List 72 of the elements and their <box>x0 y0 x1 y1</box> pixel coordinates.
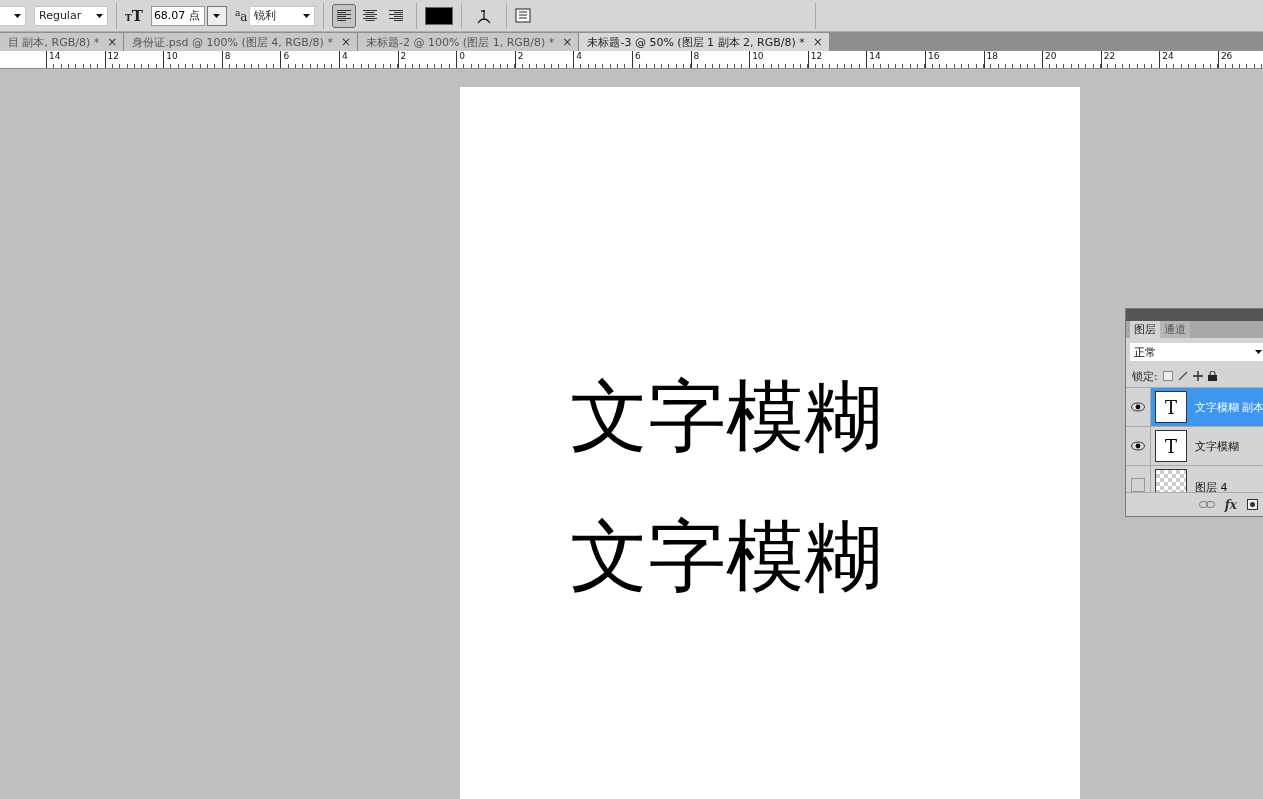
ruler-label: 16 <box>927 51 940 61</box>
ruler-label: 22 <box>1103 51 1116 61</box>
text-color-swatch[interactable] <box>425 6 454 25</box>
layer-mask-icon[interactable] <box>1247 499 1258 510</box>
eye-icon <box>1131 441 1145 451</box>
align-lines-icon <box>337 9 352 22</box>
layer-name: 图层 4 <box>1195 480 1228 492</box>
ruler-label: 4 <box>341 51 348 61</box>
layer-row[interactable]: 图层 4 <box>1126 466 1263 493</box>
font-size-field[interactable]: 68.07 点 <box>150 5 205 26</box>
fx-icon[interactable]: fx <box>1224 497 1237 512</box>
layer-thumbnail: T <box>1155 391 1187 423</box>
eye-icon <box>1131 402 1145 412</box>
blend-mode-dropdown[interactable]: 正常 <box>1130 343 1263 361</box>
close-icon[interactable]: × <box>812 35 823 49</box>
visibility-toggle[interactable] <box>1126 388 1151 426</box>
canvas-text: 文字模糊 <box>570 515 882 597</box>
layer-thumbnail: T <box>1155 430 1187 462</box>
empty-checkbox-icon <box>1131 478 1145 492</box>
text-align-button[interactable] <box>332 3 357 28</box>
lock-icon[interactable] <box>1207 371 1217 381</box>
document-tab[interactable]: 未标题-2 @ 100% (图层 1, RGB/8) * × <box>357 33 580 51</box>
lock-transparency-icon[interactable] <box>1162 371 1173 381</box>
font-size-icon: TT <box>125 6 143 25</box>
ruler-label: 20 <box>1045 51 1057 61</box>
warp-text-icon[interactable] <box>476 7 493 24</box>
ruler-label: 4 <box>576 51 583 61</box>
panel-tab[interactable]: 通道 <box>1160 321 1190 338</box>
ruler-label: 26 <box>1220 51 1233 61</box>
caret-icon <box>213 13 221 18</box>
caret-icon <box>96 13 103 18</box>
ruler-label: 0 <box>459 51 465 61</box>
ruler-label: 18 <box>986 51 998 61</box>
ruler-label: 12 <box>107 51 120 61</box>
ruler-label: 10 <box>166 51 178 61</box>
close-icon[interactable]: × <box>562 35 573 49</box>
link-icon[interactable] <box>1198 501 1215 508</box>
lock-label: 锁定: <box>1132 368 1158 384</box>
ruler-label: 12 <box>810 51 823 61</box>
font-size-dropdown-button[interactable] <box>206 5 227 26</box>
layer-thumbnail <box>1155 469 1187 492</box>
brush-icon[interactable] <box>1177 371 1188 381</box>
ruler-label: 2 <box>400 51 407 61</box>
align-lines-icon <box>363 9 378 22</box>
caret-icon <box>1255 350 1262 354</box>
caret-icon <box>14 13 21 18</box>
document-tab[interactable]: 未标题-3 @ 50% (图层 1 副本 2, RGB/8) * × <box>579 33 830 51</box>
panel-icon[interactable] <box>515 8 532 23</box>
ruler-label: 14 <box>869 51 881 61</box>
layer-row[interactable]: T 文字模糊 <box>1126 427 1263 466</box>
ruler-label: 8 <box>224 51 231 61</box>
ruler-label: 14 <box>49 51 61 61</box>
align-lines-icon <box>389 9 404 22</box>
ruler-label: 10 <box>752 51 764 61</box>
ruler-label: 6 <box>634 51 641 61</box>
panel-tab[interactable]: 图层 <box>1130 321 1160 338</box>
font-style-dropdown[interactable]: Regular <box>34 5 108 26</box>
antialias-dropdown[interactable]: 锐利 <box>249 5 316 26</box>
canvas-text: 文字模糊 <box>570 375 882 457</box>
ruler-label: 8 <box>693 51 700 61</box>
move-icon[interactable] <box>1192 371 1203 381</box>
ruler-label: 2 <box>517 51 524 61</box>
font-family-dropdown[interactable] <box>0 5 26 26</box>
close-icon[interactable]: × <box>107 35 118 49</box>
document-tab[interactable]: 身份证.psd @ 100% (图层 4, RGB/8) * × <box>124 33 358 51</box>
document-tab[interactable]: 目 副本, RGB/8) * × <box>0 33 125 51</box>
caret-icon <box>303 13 311 18</box>
ruler-label: 24 <box>1162 51 1174 61</box>
close-icon[interactable]: × <box>340 35 351 49</box>
ruler-label: 6 <box>283 51 290 61</box>
layer-name: 文字模糊 <box>1195 438 1239 454</box>
antialias-icon: $^{a}$a <box>234 7 248 24</box>
